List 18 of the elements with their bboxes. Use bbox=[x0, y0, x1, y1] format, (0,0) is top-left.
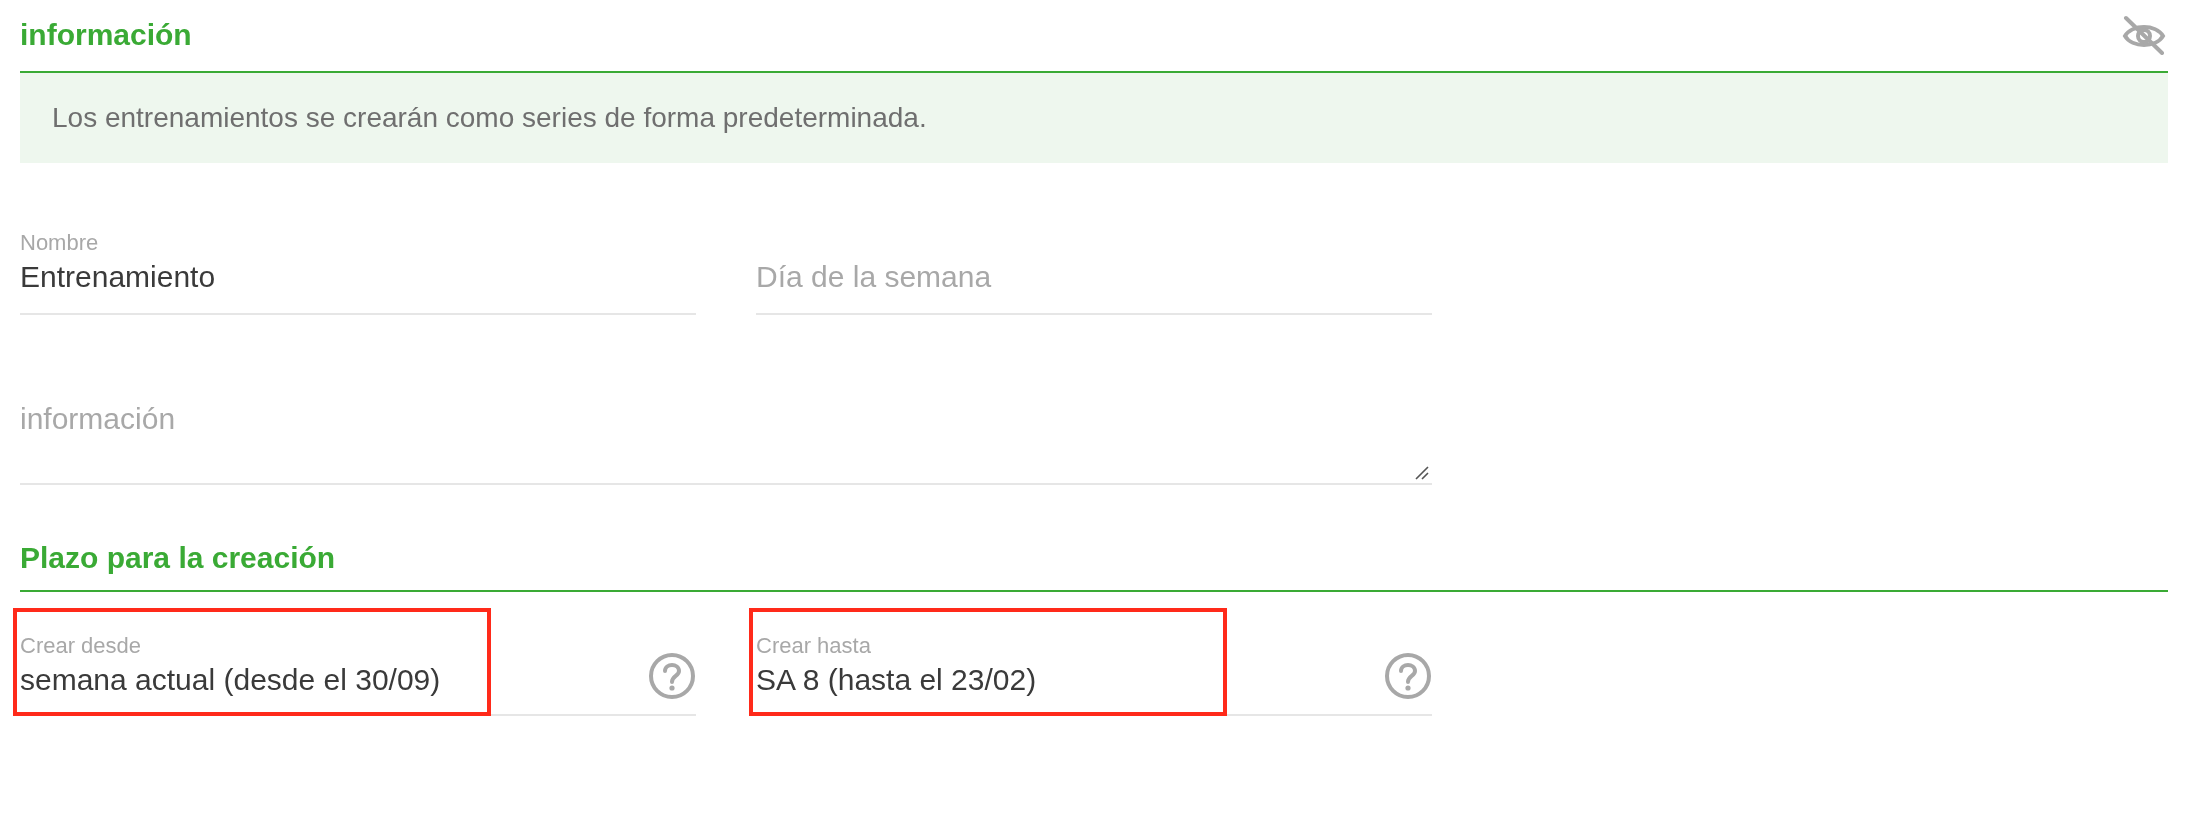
field-label: Crear hasta bbox=[756, 632, 872, 660]
name-field[interactable]: Nombre Entrenamiento bbox=[20, 219, 696, 315]
field-label: Nombre bbox=[20, 229, 100, 257]
textarea-placeholder: información bbox=[20, 402, 176, 435]
help-icon[interactable] bbox=[648, 652, 696, 700]
resize-handle-icon[interactable] bbox=[1414, 465, 1430, 481]
field-value: Entrenamiento bbox=[20, 259, 217, 295]
period-select[interactable]: Crear desde semana actual (desde el 30/09) bbox=[20, 606, 696, 716]
period-select[interactable]: Crear hasta SA 8 (hasta el 23/02) bbox=[756, 606, 1432, 716]
section-title: información bbox=[20, 17, 192, 53]
field-value: SA 8 (hasta el 23/02) bbox=[756, 662, 1037, 698]
help-icon[interactable] bbox=[1384, 652, 1432, 700]
field-label: Crear desde bbox=[20, 632, 143, 660]
notice-text: Los entrenamientos se crearán como series de forma predeterminada. bbox=[52, 101, 927, 135]
hidden-eye-icon[interactable] bbox=[2120, 14, 2168, 55]
field-value: semana actual (desde el 30/09) bbox=[20, 662, 441, 698]
field-placeholder: Día de la semana bbox=[756, 259, 993, 295]
section-title: Plazo para la creación bbox=[20, 541, 336, 574]
